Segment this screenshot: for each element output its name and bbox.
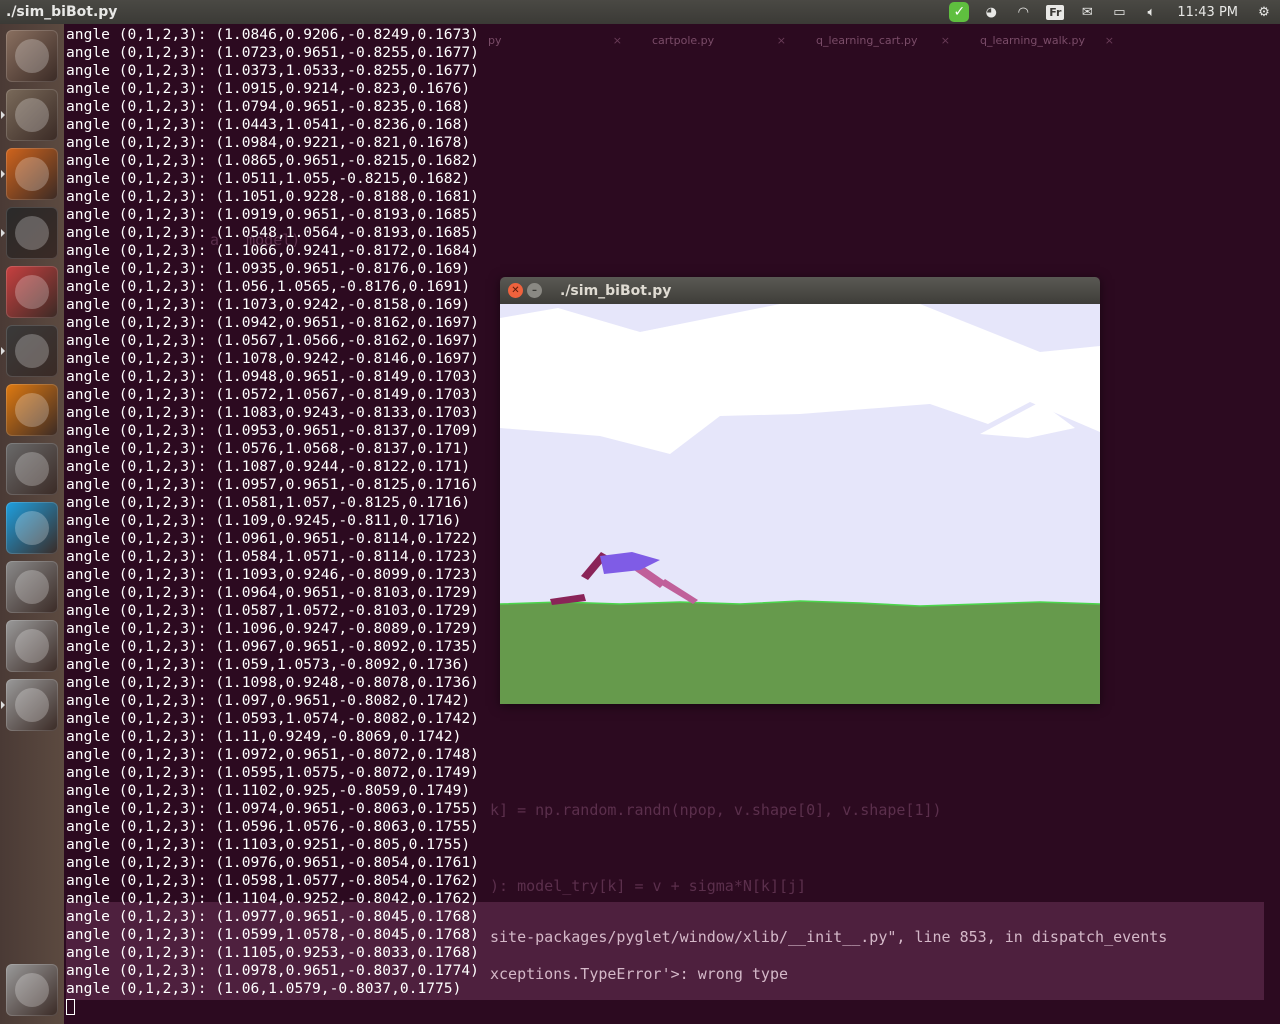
terminal-line: angle (0,1,2,3): (1.1102,0.925,-0.8059,0… — [66, 782, 471, 799]
sublime-text-icon-glyph — [15, 334, 49, 368]
firefox-icon[interactable] — [1, 148, 58, 200]
terminal-line: angle (0,1,2,3): (1.0915,0.9214,-0.823,0… — [66, 80, 471, 97]
terminal-line: angle (0,1,2,3): (1.1104,0.9252,-0.8042,… — [66, 890, 479, 907]
gear-icon[interactable]: ⚙ — [1248, 0, 1280, 24]
skype-icon-glyph — [15, 511, 49, 545]
terminal-line: angle (0,1,2,3): (1.0794,0.9651,-0.8235,… — [66, 98, 471, 115]
terminal-line: angle (0,1,2,3): (1.0548,1.0564,-0.8193,… — [66, 224, 479, 241]
terminal-cursor — [66, 999, 75, 1015]
sublime-text-icon[interactable] — [1, 325, 58, 377]
battery-icon[interactable]: ▭ — [1103, 0, 1135, 24]
terminal-icon-glyph — [15, 216, 49, 250]
ground — [500, 601, 1100, 704]
vlc-icon[interactable] — [6, 384, 58, 436]
terminal-line: angle (0,1,2,3): (1.1051,0.9228,-0.8188,… — [66, 188, 479, 205]
sim-window-title: ./sim_biBot.py — [560, 282, 672, 299]
keyboard-layout-indicator[interactable]: Fr — [1039, 0, 1071, 24]
ubuntu-dash-icon[interactable] — [6, 30, 58, 82]
ubuntu-dash-icon-glyph — [15, 39, 49, 73]
sim-canvas[interactable] — [500, 304, 1100, 704]
terminal-line: angle (0,1,2,3): (1.0974,0.9651,-0.8063,… — [66, 800, 479, 817]
trash-icon-glyph — [15, 973, 49, 1007]
terminal-line: angle (0,1,2,3): (1.1066,0.9241,-0.8172,… — [66, 242, 479, 259]
terminal-line: angle (0,1,2,3): (1.0919,0.9651,-0.8193,… — [66, 206, 479, 223]
running-indicator — [1, 347, 5, 355]
sim-window[interactable]: ✕ – ./sim_biBot.py — [500, 277, 1100, 704]
drive-icon-2-glyph — [15, 688, 49, 722]
vlc-icon-glyph — [15, 393, 49, 427]
running-indicator — [1, 229, 5, 237]
window-title: ./sim_biBot.py — [6, 4, 118, 20]
terminal-line: angle (0,1,2,3): (1.0593,1.0574,-0.8082,… — [66, 710, 479, 727]
help-icon[interactable] — [6, 561, 58, 613]
volume-icon[interactable]: 🔈︎ — [1135, 0, 1167, 24]
terminal-line: angle (0,1,2,3): (1.0598,1.0577,-0.8054,… — [66, 872, 479, 889]
terminal-line: angle (0,1,2,3): (1.0511,1.055,-0.8215,0… — [66, 170, 471, 187]
terminal-prompt-line[interactable] — [66, 998, 1266, 1016]
drive-icon-2[interactable] — [1, 679, 58, 731]
drive-icon-1-glyph — [15, 629, 49, 663]
firefox-icon-glyph — [15, 157, 49, 191]
terminal-line: angle (0,1,2,3): (1.0972,0.9651,-0.8072,… — [66, 746, 479, 763]
close-icon[interactable]: ✕ — [508, 283, 523, 298]
terminal-line: angle (0,1,2,3): (1.06,1.0579,-0.8037,0.… — [66, 980, 462, 997]
sync-icon[interactable]: ◕ — [975, 0, 1007, 24]
system-settings-icon-glyph — [15, 275, 49, 309]
files-icon-glyph — [15, 98, 49, 132]
terminal-line: angle (0,1,2,3): (1.0984,0.9221,-0.821,0… — [66, 134, 471, 151]
terminal-line: angle (0,1,2,3): (1.0595,1.0575,-0.8072,… — [66, 764, 479, 781]
terminal-line: angle (0,1,2,3): (1.0599,1.0578,-0.8045,… — [66, 926, 479, 943]
running-indicator — [1, 111, 5, 119]
terminal-line: angle (0,1,2,3): (1.0723,0.9651,-0.8255,… — [66, 44, 479, 61]
terminal-line: angle (0,1,2,3): (1.1103,0.9251,-0.805,0… — [66, 836, 471, 853]
terminal-line: angle (0,1,2,3): (1.0935,0.9651,-0.8176,… — [66, 260, 471, 277]
calculator-icon[interactable] — [6, 443, 58, 495]
wifi-icon[interactable]: ◠ — [1007, 0, 1039, 24]
sim-window-titlebar[interactable]: ✕ – ./sim_biBot.py — [500, 277, 1100, 304]
terminal-line: angle (0,1,2,3): (1.0373,1.0533,-0.8255,… — [66, 62, 479, 79]
files-icon[interactable] — [1, 89, 58, 141]
terminal-line: angle (0,1,2,3): (1.0865,0.9651,-0.8215,… — [66, 152, 479, 169]
running-indicator — [1, 170, 5, 178]
clock[interactable]: 11:43 PM — [1167, 0, 1248, 24]
calculator-icon-glyph — [15, 452, 49, 486]
terminal-line: angle (0,1,2,3): (1.0846,0.9206,-0.8249,… — [66, 26, 479, 43]
system-tray: ✓ ◕ ◠ Fr ✉ ▭ 🔈︎ 11:43 PM ⚙ — [943, 0, 1280, 24]
skype-icon[interactable] — [6, 502, 58, 554]
update-status-icon[interactable]: ✓ — [943, 0, 975, 24]
terminal-line: angle (0,1,2,3): (1.0978,0.9651,-0.8037,… — [66, 962, 479, 979]
system-settings-icon[interactable] — [6, 266, 58, 318]
terminal-line: angle (0,1,2,3): (1.0976,0.9651,-0.8054,… — [66, 854, 479, 871]
help-icon-glyph — [15, 570, 49, 604]
top-panel: ./sim_biBot.py ✓ ◕ ◠ Fr ✉ ▭ 🔈︎ 11:43 PM … — [0, 0, 1280, 24]
terminal-line: angle (0,1,2,3): (1.0596,1.0576,-0.8063,… — [66, 818, 479, 835]
terminal-line: angle (0,1,2,3): (1.0977,0.9651,-0.8045,… — [66, 908, 479, 925]
terminal-line: angle (0,1,2,3): (1.11,0.9249,-0.8069,0.… — [66, 728, 462, 745]
terminal-line: angle (0,1,2,3): (1.1105,0.9253,-0.8033,… — [66, 944, 479, 961]
running-indicator — [1, 701, 5, 709]
minimize-icon[interactable]: – — [527, 283, 542, 298]
trash-icon[interactable] — [6, 964, 58, 1016]
terminal-line: angle (0,1,2,3): (1.0443,1.0541,-0.8236,… — [66, 116, 471, 133]
drive-icon-1[interactable] — [6, 620, 58, 672]
keyboard-layout-label: Fr — [1046, 4, 1065, 20]
terminal-icon[interactable] — [1, 207, 58, 259]
mail-icon[interactable]: ✉ — [1071, 0, 1103, 24]
launcher — [0, 24, 64, 1024]
